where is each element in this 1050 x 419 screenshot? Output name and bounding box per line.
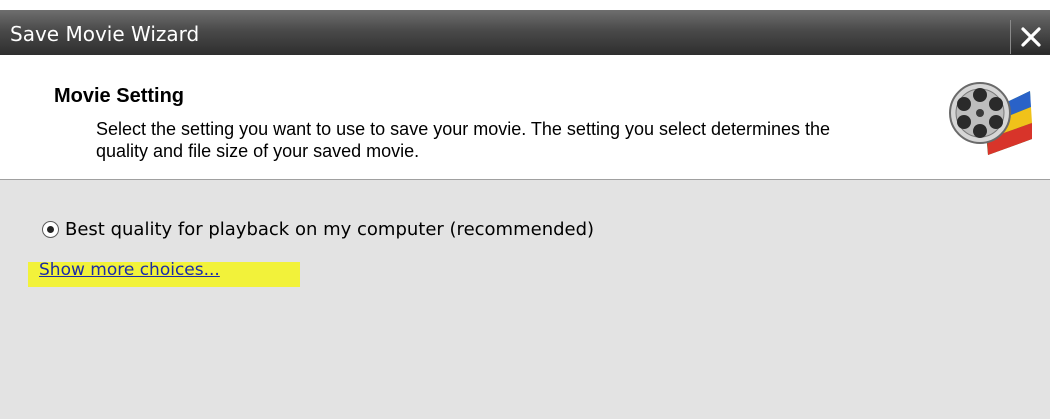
save-movie-wizard-window: Save Movie Wizard Movie Setting Select t… bbox=[0, 0, 1050, 419]
window-title: Save Movie Wizard bbox=[10, 22, 200, 46]
title-bar[interactable]: Save Movie Wizard bbox=[0, 0, 1050, 55]
wizard-header: Movie Setting Select the setting you wan… bbox=[0, 55, 1050, 180]
page-title: Movie Setting bbox=[54, 85, 185, 107]
close-icon bbox=[1020, 27, 1041, 47]
page-description: Select the setting you want to use to sa… bbox=[96, 119, 831, 161]
show-more-choices-link[interactable]: Show more choices... bbox=[39, 260, 220, 280]
wizard-content: Best quality for playback on my computer… bbox=[0, 180, 1050, 419]
best-quality-label[interactable]: Best quality for playback on my computer… bbox=[65, 219, 594, 240]
radio-selected-dot bbox=[47, 226, 54, 233]
movie-maker-film-reel-icon bbox=[949, 82, 1032, 155]
best-quality-option[interactable]: Best quality for playback on my computer… bbox=[42, 219, 594, 240]
best-quality-radio[interactable] bbox=[42, 221, 59, 238]
close-button[interactable] bbox=[1010, 20, 1050, 54]
